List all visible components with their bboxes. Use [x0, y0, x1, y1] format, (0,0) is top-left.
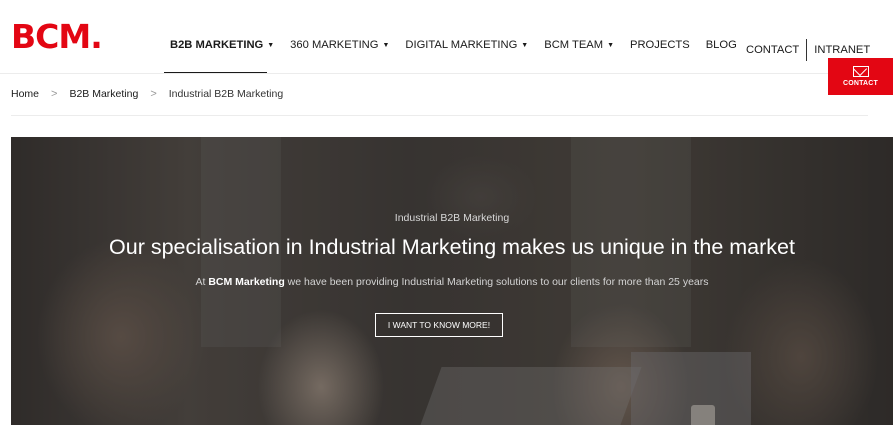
breadcrumb-home[interactable]: Home — [11, 88, 39, 100]
contact-link[interactable]: CONTACT — [746, 44, 799, 56]
breadcrumb-current: Industrial B2B Marketing — [168, 88, 284, 100]
caret-down-icon: ▼ — [382, 41, 390, 49]
nav-item-projects[interactable]: PROJECTS — [630, 39, 690, 51]
header-divider — [0, 73, 893, 74]
hero-headline: Our specialisation in Industrial Marketi… — [109, 235, 795, 259]
intranet-link[interactable]: INTRANET — [814, 44, 870, 56]
caret-down-icon: ▼ — [607, 41, 615, 49]
hero-banner: Industrial B2B Marketing Our specialisat… — [11, 137, 893, 425]
hero-content: Industrial B2B Marketing Our specialisat… — [11, 137, 893, 425]
site-header: BCM. B2B MARKETING ▼ 360 MARKETING ▼ DIG… — [0, 0, 893, 74]
caret-down-icon: ▼ — [267, 41, 275, 49]
nav-item-label: PROJECTS — [630, 39, 690, 51]
nav-item-360-marketing[interactable]: 360 MARKETING ▼ — [290, 39, 389, 51]
mail-icon — [852, 66, 869, 77]
know-more-button[interactable]: I WANT TO KNOW MORE! — [375, 313, 503, 337]
nav-item-label: BLOG — [705, 39, 737, 51]
nav-item-b2b-marketing[interactable]: B2B MARKETING ▼ — [170, 39, 274, 51]
breadcrumb: Home > B2B Marketing > Industrial B2B Ma… — [11, 88, 283, 100]
breadcrumb-b2b-marketing[interactable]: B2B Marketing — [69, 88, 138, 100]
nav-item-blog[interactable]: BLOG — [706, 39, 737, 51]
floating-contact-label: CONTACT — [842, 80, 879, 87]
nav-item-label: DIGITAL MARKETING — [405, 39, 518, 51]
hero-subline-brand: BCM Marketing — [208, 276, 285, 288]
breadcrumb-divider — [11, 115, 868, 116]
hero-subline: At BCM Marketing we have been providing … — [11, 276, 893, 288]
hero-eyebrow: Industrial B2B Marketing — [394, 212, 510, 224]
hero-subline-prefix: At — [195, 276, 209, 288]
chevron-right-icon: > — [150, 88, 157, 100]
bcm-logo[interactable]: BCM. — [11, 20, 103, 53]
nav-item-bcm-team[interactable]: BCM TEAM ▼ — [544, 39, 614, 51]
hero-subline-suffix: we have been providing Industrial Market… — [284, 276, 709, 288]
chevron-right-icon: > — [51, 88, 58, 100]
link-divider — [806, 39, 808, 61]
nav-item-digital-marketing[interactable]: DIGITAL MARKETING ▼ — [405, 39, 528, 51]
floating-contact-button[interactable]: CONTACT — [828, 58, 893, 95]
caret-down-icon: ▼ — [521, 41, 529, 49]
nav-item-label: BCM TEAM — [544, 39, 604, 51]
main-nav: B2B MARKETING ▼ 360 MARKETING ▼ DIGITAL … — [170, 39, 753, 51]
nav-item-label: 360 MARKETING — [290, 39, 379, 51]
nav-item-label: B2B MARKETING — [170, 39, 264, 51]
